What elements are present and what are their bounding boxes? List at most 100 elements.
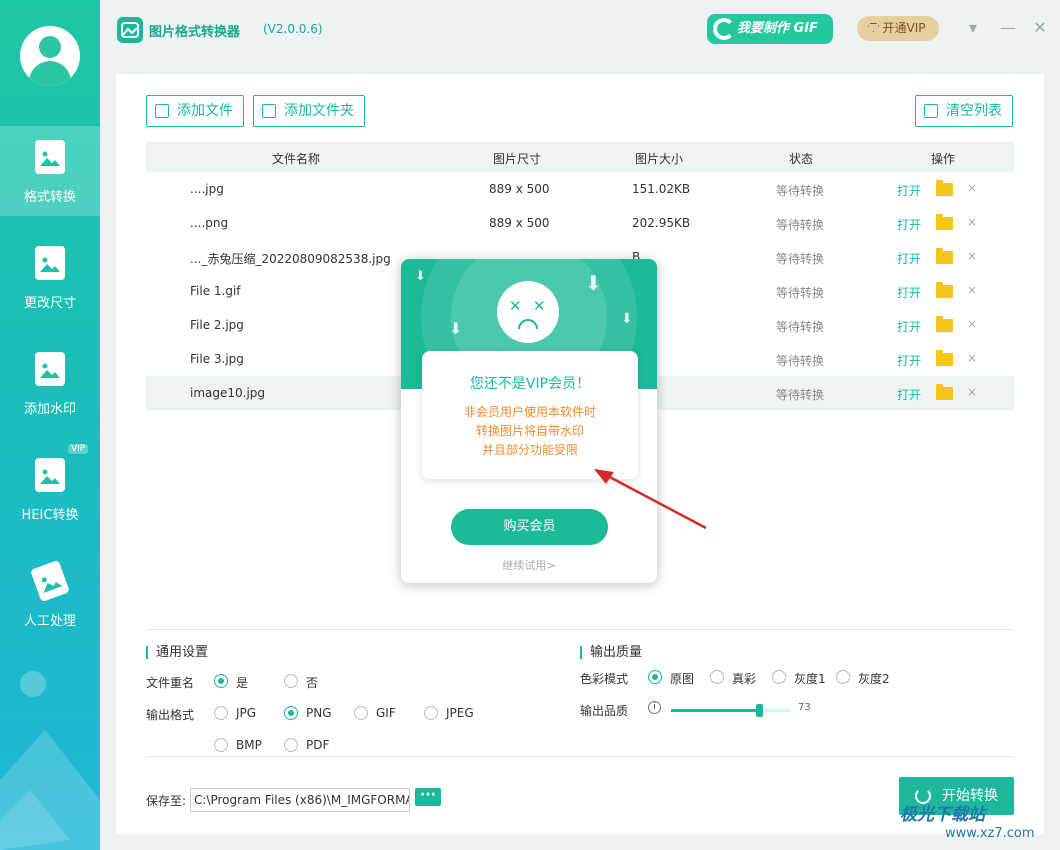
- format-bmp-radio[interactable]: [214, 738, 228, 752]
- folder-icon[interactable]: [936, 214, 953, 230]
- vip-button-label: 开通VIP: [882, 21, 926, 35]
- delete-icon[interactable]: ×: [967, 181, 977, 195]
- table-header: 文件名称 图片尺寸 图片大小 状态 操作: [146, 142, 1014, 172]
- color-original-radio[interactable]: [648, 670, 662, 684]
- format-pdf-radio[interactable]: [284, 738, 298, 752]
- add-file-label: 添加文件: [177, 103, 233, 119]
- open-link[interactable]: 打开: [897, 318, 921, 335]
- format-gif-radio[interactable]: [354, 706, 368, 720]
- col-header-dims: 图片尺寸: [492, 152, 541, 166]
- app-logo-icon: [117, 17, 143, 43]
- format-option-label: JPEG: [446, 706, 474, 720]
- site-watermark: 极光下载站: [900, 805, 985, 825]
- delete-icon[interactable]: ×: [967, 215, 977, 229]
- close-icon[interactable]: ✕: [1030, 18, 1050, 38]
- quality-slider-handle[interactable]: [755, 704, 763, 717]
- trash-icon: [924, 104, 938, 118]
- file-dimensions: 889 x 500: [489, 216, 550, 230]
- info-icon[interactable]: i: [648, 701, 661, 714]
- rename-yes-label: 是: [236, 676, 249, 690]
- open-link[interactable]: 打开: [897, 284, 921, 301]
- sidebar-item-label: 添加水印: [23, 402, 76, 417]
- buy-membership-button[interactable]: 购买会员: [451, 509, 608, 545]
- color-mode-option: 灰度1: [794, 672, 826, 686]
- file-status: 等待转换: [776, 286, 825, 300]
- image-resize-icon: [35, 246, 65, 280]
- file-name: ..._赤兔压缩_20220809082538.jpg: [190, 252, 391, 266]
- delete-icon[interactable]: ×: [967, 283, 977, 297]
- color-gray1-radio[interactable]: [772, 670, 786, 684]
- site-watermark-url: www.xz7.com: [945, 826, 1035, 841]
- file-name: File 3.jpg: [190, 352, 244, 366]
- open-link[interactable]: 打开: [897, 182, 921, 199]
- folder-icon[interactable]: [936, 248, 953, 264]
- sidebar-item-resize[interactable]: 更改尺寸: [0, 232, 100, 322]
- open-link[interactable]: 打开: [897, 386, 921, 403]
- heic-icon: [35, 458, 65, 492]
- file-name: ....jpg: [190, 182, 224, 196]
- delete-icon[interactable]: ×: [967, 317, 977, 331]
- rename-label: 文件重名: [146, 676, 195, 690]
- delete-icon[interactable]: ×: [967, 249, 977, 263]
- quality-slider[interactable]: [671, 704, 791, 717]
- sidebar-item-label: 格式转换: [23, 190, 76, 205]
- folder-icon[interactable]: [936, 384, 953, 400]
- color-truecolor-radio[interactable]: [710, 670, 724, 684]
- color-mode-option: 真彩: [732, 672, 757, 686]
- rename-yes-radio[interactable]: [214, 674, 228, 688]
- sidebar-item-manual[interactable]: 人工处理: [0, 550, 100, 640]
- file-status: 等待转换: [776, 184, 825, 198]
- sidebar-item-watermark[interactable]: 添加水印: [0, 338, 100, 428]
- open-link[interactable]: 打开: [897, 352, 921, 369]
- clear-list-label: 清空列表: [946, 103, 1002, 119]
- delete-icon[interactable]: ×: [967, 351, 977, 365]
- vip-dialog: ⬇ ⬇ ⬇ ⬇ ✕ ✕ 您还不是VIP会员！ 非会员用户使用本软件时 转换图片将…: [401, 259, 657, 583]
- format-jpeg-radio[interactable]: [424, 706, 438, 720]
- folder-icon[interactable]: [936, 282, 953, 298]
- avatar-body: [29, 61, 71, 86]
- open-link[interactable]: 打开: [897, 216, 921, 233]
- open-vip-button[interactable]: 开通VIP: [857, 16, 939, 41]
- user-avatar[interactable]: [20, 26, 80, 86]
- sidebar-item-format-convert[interactable]: 格式转换: [0, 126, 100, 216]
- save-to-label: 保存至:: [146, 794, 187, 808]
- minimize-icon[interactable]: —: [998, 18, 1018, 38]
- delete-icon[interactable]: ×: [967, 385, 977, 399]
- table-row[interactable]: ....png 889 x 500 202.95KB 等待转换 打开 ×: [146, 206, 1014, 240]
- sidebar-item-heic[interactable]: VIP HEIC转换: [0, 444, 100, 534]
- divider: [146, 756, 1014, 757]
- quality-value: 73: [798, 702, 811, 713]
- save-path-input[interactable]: C:\Program Files (x86)\M_IMGFORMA: [190, 788, 410, 812]
- dialog-line: 转换图片将自带水印: [475, 424, 584, 438]
- format-png-radio[interactable]: [284, 706, 298, 720]
- add-folder-button[interactable]: 添加文件夹: [253, 95, 365, 127]
- color-gray2-radio[interactable]: [836, 670, 850, 684]
- format-jpg-radio[interactable]: [214, 706, 228, 720]
- avatar-head: [39, 36, 61, 58]
- down-arrow-icon: ⬇: [415, 269, 426, 284]
- quality-slider-fill: [671, 709, 759, 712]
- color-mode-option: 灰度2: [858, 672, 890, 686]
- folder-icon[interactable]: [936, 350, 953, 366]
- image-convert-icon: [35, 140, 65, 174]
- folder-icon[interactable]: [936, 316, 953, 332]
- gif-banner-label: 我要制作 GIF: [737, 21, 818, 36]
- file-name: image10.jpg: [190, 386, 266, 400]
- make-gif-banner[interactable]: 我要制作 GIF: [707, 14, 833, 44]
- table-row[interactable]: ....jpg 889 x 500 151.02KB 等待转换 打开 ×: [146, 172, 1014, 206]
- file-dimensions: 889 x 500: [489, 182, 550, 196]
- browse-button[interactable]: ···: [415, 788, 441, 806]
- eye-x-icon: ✕: [533, 297, 546, 315]
- continue-trial-link[interactable]: 继续试用>: [401, 557, 657, 573]
- add-file-button[interactable]: 添加文件: [146, 95, 244, 127]
- dropdown-menu-icon[interactable]: ▾: [963, 18, 983, 38]
- open-link[interactable]: 打开: [897, 250, 921, 267]
- clear-list-button[interactable]: 清空列表: [915, 95, 1013, 127]
- folder-icon: [262, 104, 276, 118]
- rename-no-radio[interactable]: [284, 674, 298, 688]
- file-size: 202.95KB: [632, 216, 691, 230]
- dialog-message: 非会员用户使用本软件时 转换图片将自带水印 并且部分功能受限: [422, 403, 638, 460]
- folder-icon[interactable]: [936, 180, 953, 196]
- app-title: 图片格式转换器: [149, 25, 241, 40]
- sidebar-item-label: 更改尺寸: [23, 296, 76, 311]
